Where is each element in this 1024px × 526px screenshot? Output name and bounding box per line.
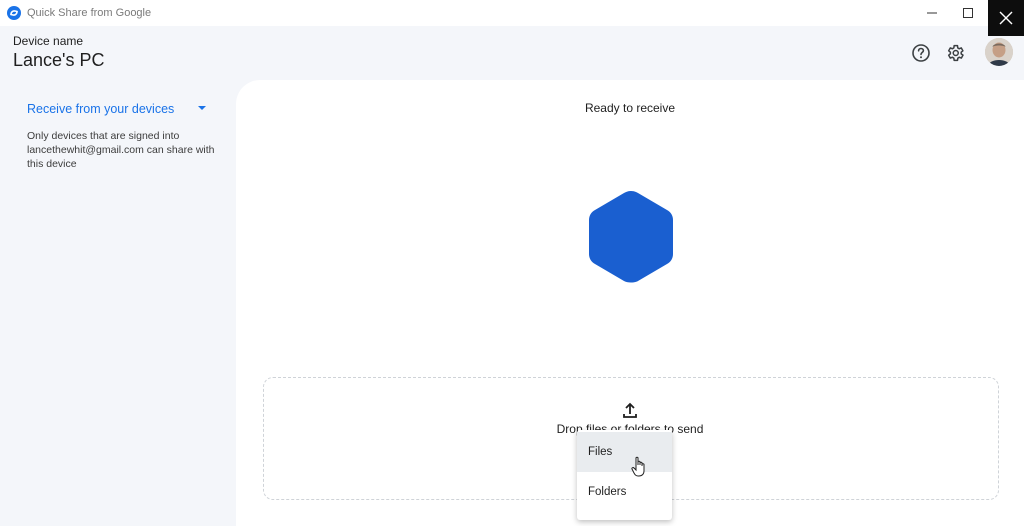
device-hexagon-icon [589, 191, 673, 283]
window-title: Quick Share from Google [27, 7, 152, 19]
minimize-button[interactable] [914, 0, 950, 26]
help-icon[interactable] [910, 42, 932, 64]
menu-item-files[interactable]: Files [577, 432, 672, 472]
receive-mode-dropdown[interactable]: Receive from your devices [27, 102, 174, 116]
maximize-icon [963, 8, 973, 18]
menu-item-folders[interactable]: Folders [577, 472, 672, 512]
dropdown-arrow-icon[interactable] [198, 106, 206, 110]
maximize-button[interactable] [950, 0, 986, 26]
close-button[interactable] [988, 0, 1024, 36]
minimize-icon [927, 12, 937, 14]
quick-share-app-icon [7, 6, 21, 20]
upload-icon [623, 402, 637, 418]
hand-cursor-icon [631, 456, 645, 477]
gear-icon[interactable] [944, 42, 966, 64]
device-name-label: Device name [13, 34, 84, 48]
receive-description: Only devices that are signed into lancet… [27, 130, 215, 170]
avatar[interactable] [985, 38, 1013, 66]
close-icon [999, 11, 1013, 25]
title-bar: Quick Share from Google [0, 0, 1024, 36]
send-type-menu: Files Folders [577, 430, 672, 520]
receive-status: Ready to receive [584, 101, 676, 115]
quick-share-window: Quick Share from Google Device name Lanc… [0, 0, 1024, 526]
device-name: Lance's PC [13, 50, 105, 70]
